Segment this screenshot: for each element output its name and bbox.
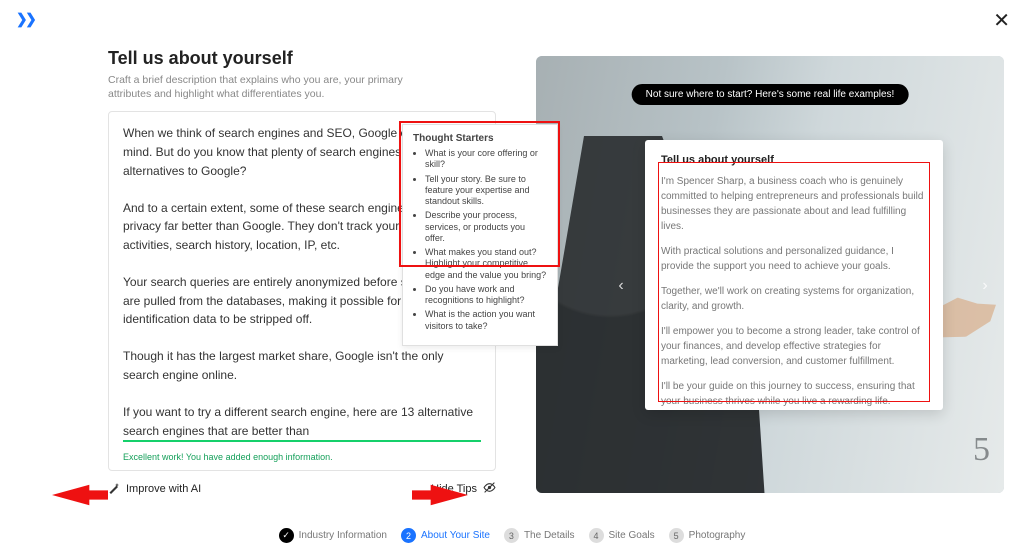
editor-underline xyxy=(123,440,481,442)
improve-label: Improve with AI xyxy=(126,483,201,495)
tip-item: Do you have work and recognitions to hig… xyxy=(425,284,547,307)
step-photography[interactable]: 5 Photography xyxy=(669,528,746,543)
example-p1: I'm Spencer Sharp, a business coach who … xyxy=(661,174,927,234)
step-label: The Details xyxy=(524,530,575,541)
hide-tips-button[interactable]: Hide Tips xyxy=(431,481,496,497)
tip-item: Describe your process, services, or prod… xyxy=(425,210,547,244)
step-label: Industry Information xyxy=(299,530,387,541)
annotation-arrow-1 xyxy=(52,480,108,510)
tip-item: What is the action you want visitors to … xyxy=(425,309,547,332)
step-label: Site Goals xyxy=(609,530,655,541)
example-title: Tell us about yourself xyxy=(661,154,927,166)
step-label: Photography xyxy=(689,530,746,541)
step-label: About Your Site xyxy=(421,530,490,541)
thought-starters-panel: Thought Starters What is your core offer… xyxy=(402,124,558,346)
hide-tips-label: Hide Tips xyxy=(431,483,477,495)
example-p3: Together, we'll work on creating systems… xyxy=(661,284,927,314)
tip-item: What makes you stand out? Highlight your… xyxy=(425,247,547,281)
example-p2: With practical solutions and personalize… xyxy=(661,244,927,274)
step-details[interactable]: 3 The Details xyxy=(504,528,575,543)
carousel-prev[interactable]: ‹ xyxy=(610,275,632,297)
example-card: Tell us about yourself I'm Spencer Sharp… xyxy=(645,140,943,410)
example-p5: I'll be your guide on this journey to su… xyxy=(661,379,927,409)
thought-starters-title: Thought Starters xyxy=(413,133,547,144)
eye-off-icon xyxy=(483,481,496,497)
step-goals[interactable]: 4 Site Goals xyxy=(589,528,655,543)
step-about[interactable]: 2 About Your Site xyxy=(401,528,490,543)
magic-wand-icon xyxy=(108,482,120,497)
wizard-stepper: ✓ Industry Information 2 About Your Site… xyxy=(0,528,1024,543)
step-dot: 3 xyxy=(504,528,519,543)
whiteboard-number: 5 xyxy=(973,431,990,469)
page-heading: Tell us about yourself xyxy=(108,48,496,69)
step-industry[interactable]: ✓ Industry Information xyxy=(279,528,387,543)
step-dot: 5 xyxy=(669,528,684,543)
right-column: 5 Not sure where to start? Here's some r… xyxy=(536,48,1004,493)
carousel-next[interactable]: › xyxy=(974,275,996,297)
hint-pill: Not sure where to start? Here's some rea… xyxy=(632,84,909,105)
page-subhead: Craft a brief description that explains … xyxy=(108,73,438,101)
tip-item: What is your core offering or skill? xyxy=(425,148,547,171)
example-preview: 5 Not sure where to start? Here's some r… xyxy=(536,56,1004,493)
close-icon[interactable]: ✕ xyxy=(993,8,1010,33)
step-dot-done: ✓ xyxy=(279,528,294,543)
app-logo xyxy=(14,9,36,31)
tip-item: Tell your story. Be sure to feature your… xyxy=(425,174,547,208)
editor-status: Excellent work! You have added enough in… xyxy=(109,448,495,470)
step-dot-active: 2 xyxy=(401,528,416,543)
thought-starters-list: What is your core offering or skill? Tel… xyxy=(413,148,547,332)
step-dot: 4 xyxy=(589,528,604,543)
improve-with-ai-button[interactable]: Improve with AI xyxy=(108,482,201,497)
example-p4: I'll empower you to become a strong lead… xyxy=(661,324,927,369)
topbar: ✕ xyxy=(0,0,1024,40)
editor-actions: Improve with AI Hide Tips xyxy=(108,481,496,497)
